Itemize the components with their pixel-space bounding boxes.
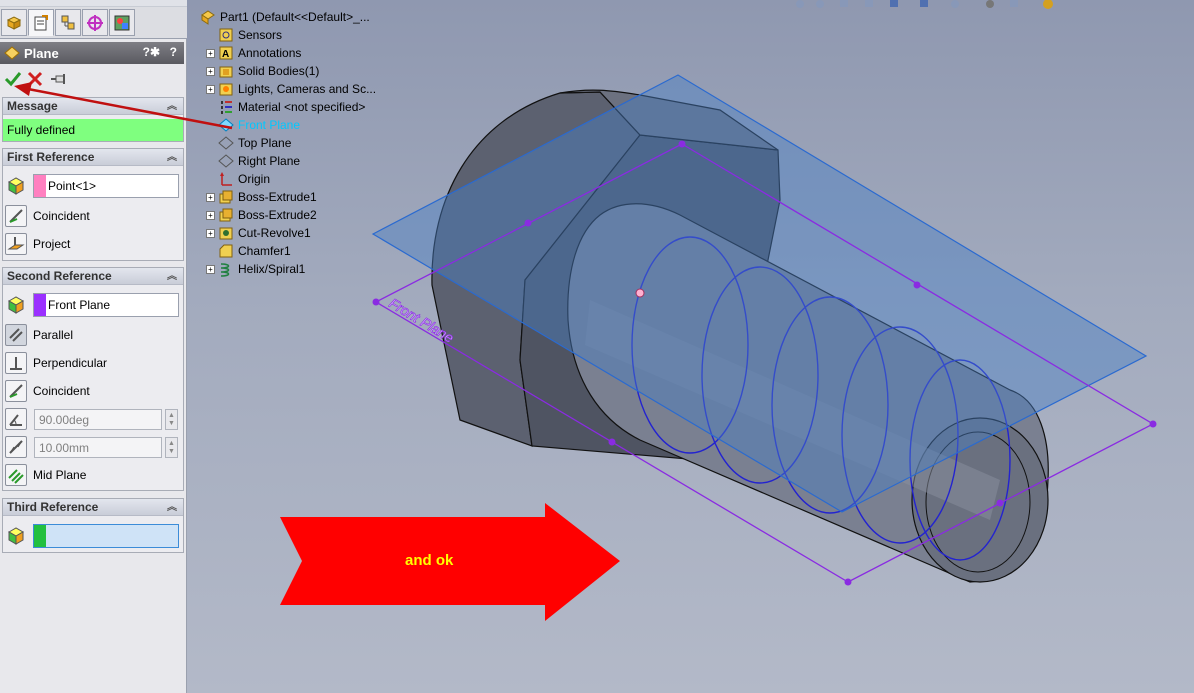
mid-plane-label: Mid Plane — [33, 468, 87, 482]
collapse-chevron-icon[interactable]: ︽ — [167, 499, 177, 516]
expand-toggle-icon[interactable]: + — [206, 264, 215, 274]
first-reference-row — [5, 173, 27, 199]
tree-item-label: Boss-Extrude1 — [238, 190, 317, 204]
third-reference-selection-box[interactable] — [33, 524, 179, 548]
tree-item-cut-revolve1[interactable]: + Cut-Revolve1 — [206, 224, 311, 242]
origin-icon — [218, 171, 234, 187]
first-reference-section: First Reference ︽ Point<1> Coincident Pro… — [2, 148, 184, 261]
tree-item-label: Helix/Spiral1 — [238, 262, 306, 276]
mid-plane-icon — [5, 464, 27, 486]
extrude-icon — [218, 207, 234, 223]
view-toolbar — [780, 0, 1080, 14]
expand-toggle-icon[interactable]: + — [206, 192, 215, 202]
second-reference-section: Second Reference ︽ Front Plane Parallel P… — [2, 267, 184, 491]
first-reference-selection-box[interactable]: Point<1> — [33, 174, 179, 198]
parallel-label: Parallel — [33, 328, 74, 342]
coincident-label: Coincident — [33, 384, 90, 398]
perpendicular-icon — [5, 352, 27, 374]
extrude-icon — [218, 189, 234, 205]
point-reference-marker[interactable] — [635, 288, 645, 298]
second-reference-color-swatch — [34, 294, 46, 316]
collapse-chevron-icon[interactable]: ︽ — [167, 268, 177, 285]
first-reference-color-swatch — [34, 175, 46, 197]
tree-item-origin[interactable]: Origin — [206, 170, 270, 188]
first-reference-title: First Reference — [7, 150, 95, 164]
distance-input[interactable]: 10.00mm — [34, 437, 162, 458]
second-reference-row — [5, 292, 27, 318]
coincident-option-first[interactable]: Coincident — [5, 203, 90, 229]
selection-cube-icon — [7, 177, 25, 195]
third-reference-color-swatch — [34, 525, 46, 547]
tree-item-right-plane[interactable]: Right Plane — [206, 152, 300, 170]
project-label: Project — [33, 237, 71, 251]
first-reference-header[interactable]: First Reference ︽ — [3, 149, 183, 166]
third-reference-header[interactable]: Third Reference ︽ — [3, 499, 183, 516]
project-option-first[interactable]: Project — [5, 231, 70, 257]
chamfer-icon — [218, 243, 234, 259]
tree-item-helix-spiral1[interactable]: + Helix/Spiral1 — [206, 260, 305, 278]
tree-item-chamfer1[interactable]: Chamfer1 — [206, 242, 291, 260]
collapse-chevron-icon[interactable]: ︽ — [167, 149, 177, 166]
expand-toggle-icon[interactable]: + — [206, 228, 215, 238]
perpendicular-option[interactable]: Perpendicular — [5, 350, 107, 376]
second-reference-title: Second Reference — [7, 269, 112, 283]
perpendicular-label: Perpendicular — [33, 356, 108, 370]
parallel-option[interactable]: Parallel — [5, 322, 73, 348]
angle-input[interactable]: 90.00deg — [34, 409, 162, 430]
selection-cube-icon — [7, 296, 25, 314]
distance-icon[interactable] — [5, 436, 27, 458]
helix-icon — [218, 261, 234, 277]
annotation-pointer-arrow — [14, 82, 233, 130]
third-reference-row — [5, 523, 27, 549]
coincident-option-second[interactable]: Coincident — [5, 378, 90, 404]
tree-item-boss-extrude2[interactable]: + Boss-Extrude2 — [206, 206, 317, 224]
tree-item-label: Cut-Revolve1 — [238, 226, 311, 240]
view-tools-icon[interactable] — [780, 0, 1080, 14]
second-reference-header[interactable]: Second Reference ︽ — [3, 268, 183, 285]
tree-item-boss-extrude1[interactable]: + Boss-Extrude1 — [206, 188, 317, 206]
plane-icon — [218, 153, 234, 169]
distance-row — [5, 434, 27, 460]
distance-spinner[interactable]: ▲ ▼ — [165, 437, 178, 458]
cut-revolve-icon — [218, 225, 234, 241]
second-reference-selection-box[interactable]: Front Plane — [33, 293, 179, 317]
selection-cube-icon — [7, 527, 25, 545]
tree-item-label: Chamfer1 — [238, 244, 291, 258]
tree-item-label: Right Plane — [238, 154, 301, 168]
mid-plane-option[interactable]: Mid Plane — [5, 462, 86, 488]
third-reference-section: Third Reference ︽ — [2, 498, 184, 553]
second-reference-value: Front Plane — [48, 298, 111, 312]
callout-text: and ok — [405, 552, 454, 569]
angle-spinner[interactable]: ▲ ▼ — [165, 409, 178, 430]
coincident-icon — [5, 205, 27, 227]
tree-item-label: Origin — [238, 172, 271, 186]
expand-toggle-icon[interactable]: + — [206, 210, 215, 220]
coincident-label: Coincident — [33, 209, 90, 223]
tree-item-label: Boss-Extrude2 — [238, 208, 317, 222]
angle-row — [5, 406, 27, 432]
parallel-icon — [5, 324, 27, 346]
first-reference-value: Point<1> — [48, 179, 97, 193]
third-reference-title: Third Reference — [7, 500, 99, 514]
coincident-icon — [5, 380, 27, 402]
angle-icon[interactable] — [5, 408, 27, 430]
project-icon — [5, 233, 27, 255]
